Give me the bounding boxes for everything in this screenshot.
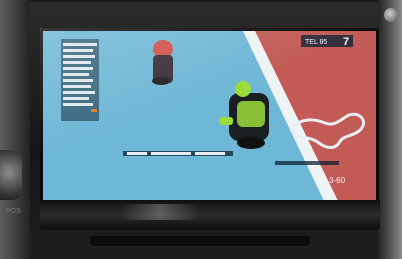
position-prefix: TEL 85: [305, 39, 327, 46]
lower-vent-strip: [90, 236, 310, 246]
head-unit-lower-panel: [40, 200, 380, 230]
left-panel-marking: POS: [6, 208, 21, 215]
right-knob[interactable]: [384, 8, 398, 22]
car-dashboard-photo: POS TEL 85 7 3-60: [0, 0, 402, 259]
rider-distant: [152, 40, 173, 85]
display-screen[interactable]: TEL 85 7 3-60: [40, 28, 379, 206]
position-overlay: TEL 85 7: [301, 35, 353, 48]
position-number: 7: [343, 36, 349, 48]
left-trim-panel: [0, 0, 30, 259]
channel-logo: 3-60: [329, 176, 346, 185]
left-dial-knob[interactable]: [0, 150, 22, 200]
race-broadcast-view: TEL 85 7 3-60: [43, 31, 376, 203]
timing-tower: [61, 39, 99, 121]
bottom-ticker: [123, 151, 233, 156]
lower-panel-reflection: [120, 204, 200, 220]
telemetry-bar: [275, 161, 339, 165]
right-trim-panel: [378, 0, 402, 259]
